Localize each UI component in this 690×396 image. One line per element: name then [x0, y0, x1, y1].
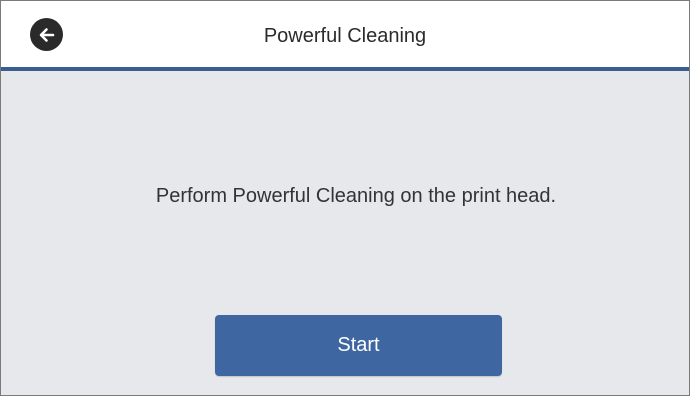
instruction-message: Perform Powerful Cleaning on the print h…: [155, 185, 557, 207]
page-title: Powerful Cleaning: [263, 25, 427, 47]
powerful-cleaning-screen: Powerful Cleaning Perform Powerful Clean…: [0, 0, 690, 396]
header-bar: Powerful Cleaning: [1, 1, 689, 67]
content-panel: Perform Powerful Cleaning on the print h…: [1, 71, 689, 395]
start-button[interactable]: Start: [215, 315, 502, 376]
